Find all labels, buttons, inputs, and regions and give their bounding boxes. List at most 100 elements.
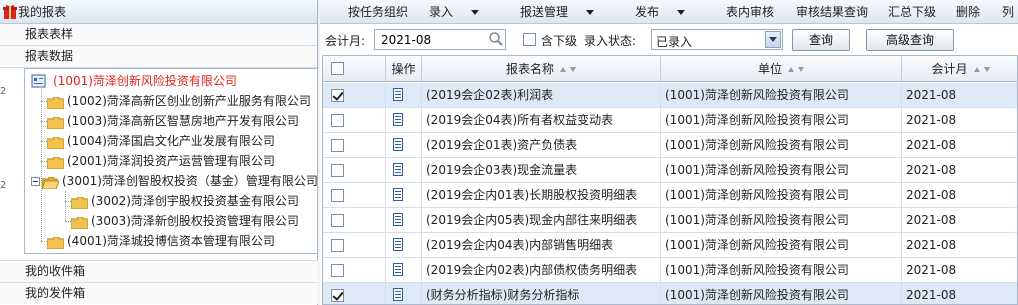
status-select[interactable]: 已录入 [651,29,783,50]
table-row[interactable]: (2019会企内05表)现金内部往来明细表 (1001)菏泽创新风险投资有限公司 2… [323,208,1017,233]
menu-by-task[interactable]: 按任务组织 [348,0,408,24]
row-checkbox[interactable] [331,189,344,202]
sort-asc-icon[interactable] [973,67,980,72]
row-report-name[interactable]: (财务分析指标)财务分析指标 [422,283,661,304]
menu-intra-audit[interactable]: 表内审核 [726,0,774,24]
document-icon[interactable] [393,88,404,101]
status-value: 已录入 [656,35,693,49]
row-report-name[interactable]: (2019会企内04表)内部销售明细表 [422,233,661,257]
advanced-query-button[interactable]: 高级查询 [866,29,954,51]
table-row[interactable]: (2019会企04表)所有者权益变动表 (1001)菏泽创新风险投资有限公司 202… [323,108,1017,133]
menu-summarize[interactable]: 汇总下级 [888,0,936,24]
section-outbox[interactable]: 我的发件箱 [0,282,318,304]
dropdown-arrow-icon [677,10,686,15]
menu-audit-query[interactable]: 审核结果查询 [796,0,868,24]
row-unit: (1001)菏泽创新风险投资有限公司 [661,258,902,282]
table-row[interactable]: (2019会企内02表)内部债权债务明细表 (1001)菏泽创新风险投资有限公司 2… [323,258,1017,283]
section-inbox[interactable]: 我的收件箱 [0,260,318,282]
row-select-cell [323,83,386,107]
tree-node-3003[interactable]: (3003)菏泽新创股权投资管理有限公司 [70,211,299,231]
select-dropdown-icon[interactable] [765,31,781,48]
document-icon[interactable] [393,188,404,201]
row-unit: (1001)菏泽创新风险投资有限公司 [661,208,902,232]
tree-node-3002[interactable]: (3002)菏泽创宇股权投资基金有限公司 [70,191,299,211]
section-report-data[interactable]: 报表数据 [0,46,317,68]
period-input[interactable] [374,29,506,50]
document-icon[interactable] [393,163,404,176]
tree-node-4001[interactable]: (4001)菏泽城投博信资本管理有限公司 [46,231,275,251]
menu-delete[interactable]: 删除 [956,0,980,24]
table-row[interactable]: (2019会企内04表)内部销售明细表 (1001)菏泽创新风险投资有限公司 202… [323,233,1017,258]
query-button[interactable]: 查询 [792,29,850,51]
sort-asc-icon[interactable] [560,67,566,72]
row-select-cell [323,108,386,132]
table-row[interactable]: (财务分析指标)财务分析指标 (1001)菏泽创新风险投资有限公司 2021-08 [323,283,1017,304]
row-checkbox[interactable] [331,139,344,152]
folder-icon [46,95,65,110]
header-op: 操作 [386,56,422,82]
header-period[interactable]: 会计月 [902,56,1017,82]
row-checkbox[interactable] [331,164,344,177]
tree-node-1002[interactable]: (1002)菏泽高新区创业创新产业服务有限公司 [46,91,311,111]
document-icon[interactable] [393,238,404,251]
menu-columns[interactable]: 列 [1002,0,1014,24]
row-checkbox[interactable] [331,264,344,277]
tree-node-1004[interactable]: (1004)菏泽国启文化产业发展有限公司 [46,131,275,151]
menu-entry[interactable]: 录入 [429,0,480,24]
header-label: 会计月 [931,62,968,76]
row-select-cell [323,158,386,182]
sort-desc-icon[interactable] [798,67,804,72]
tree-node-label: (1004)菏泽国启文化产业发展有限公司 [67,134,275,148]
row-report-name[interactable]: (2019会企内01表)长期股权投资明细表 [422,183,661,207]
tree-node-label: (3002)菏泽创宇股权投资基金有限公司 [91,194,299,208]
collapse-minus-icon[interactable] [31,176,40,186]
row-checkbox[interactable] [331,239,344,252]
table-row[interactable]: (2019会企03表)现金流量表 (1001)菏泽创新风险投资有限公司 2021-0… [323,158,1017,183]
row-op-cell [386,158,422,182]
tree-node-label: (1002)菏泽高新区创业创新产业服务有限公司 [67,94,311,108]
menu-label: 录入 [429,5,454,19]
document-icon[interactable] [393,138,404,151]
select-all-checkbox[interactable] [331,62,344,75]
row-checkbox[interactable] [331,114,344,127]
header-label: 单位 [757,62,782,76]
header-report-name[interactable]: 报表名称 [422,56,661,82]
folder-icon [46,135,65,150]
row-report-name[interactable]: (2019会企01表)资产负债表 [422,133,661,157]
menu-publish[interactable]: 发布 [635,0,686,24]
tree-node-1001[interactable]: (1001)菏泽创新风险投资有限公司 [31,71,237,91]
panel-title: 我的报表 [18,5,67,19]
tree-node-1003[interactable]: (1003)菏泽高新区智慧房地产开发有限公司 [46,111,299,131]
document-icon[interactable] [393,288,404,301]
section-templates[interactable]: 报表表样 [0,24,317,46]
tree-node-2001[interactable]: (2001)菏泽润投资产运营管理有限公司 [46,151,275,171]
include-sub-checkbox[interactable] [523,33,536,46]
tree-node-3001[interactable]: (3001)菏泽创智股权投资（基金）管理有限公司 [31,171,318,191]
row-report-name[interactable]: (2019会企04表)所有者权益变动表 [422,108,661,132]
document-icon[interactable] [393,113,404,126]
sort-desc-icon[interactable] [983,67,990,72]
row-checkbox[interactable] [331,289,344,302]
row-report-name[interactable]: (2019会企03表)现金流量表 [422,158,661,182]
folder-open-icon [41,175,60,190]
document-icon[interactable] [393,213,404,226]
table-row[interactable]: (2019会企02表)利润表 (1001)菏泽创新风险投资有限公司 2021-08 [323,83,1017,108]
row-report-name[interactable]: (2019会企内05表)现金内部往来明细表 [422,208,661,232]
sort-desc-icon[interactable] [570,67,576,72]
table-row[interactable]: (2019会企内01表)长期股权投资明细表 (1001)菏泽创新风险投资有限公司 2… [323,183,1017,208]
row-report-name[interactable]: (2019会企内02表)内部债权债务明细表 [422,258,661,282]
document-icon[interactable] [393,263,404,276]
row-period: 2021-08 [906,288,957,302]
row-report-name[interactable]: (2019会企02表)利润表 [422,83,661,107]
header-label: 报表名称 [505,62,554,76]
row-checkbox[interactable] [331,89,344,102]
row-period: 2021-08 [906,188,957,202]
row-checkbox[interactable] [331,214,344,227]
folder-icon [46,235,65,250]
header-unit[interactable]: 单位 [661,56,902,82]
folder-icon [46,115,65,130]
menu-submission[interactable]: 报送管理 [520,0,595,24]
sort-asc-icon[interactable] [788,67,794,72]
table-row[interactable]: (2019会企01表)资产负债表 (1001)菏泽创新风险投资有限公司 2021-0… [323,133,1017,158]
search-icon[interactable] [488,31,504,47]
